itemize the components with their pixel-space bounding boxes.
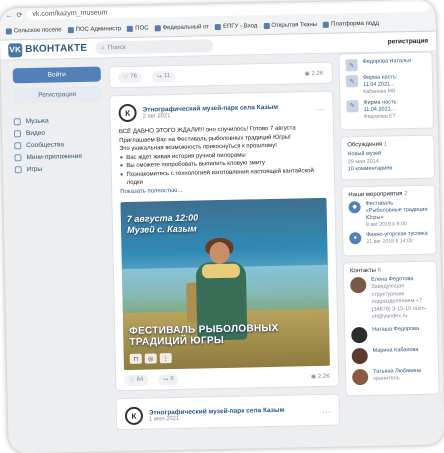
vk-logo-icon: VK	[8, 42, 23, 57]
like-button[interactable]: ♡ 84	[124, 374, 149, 386]
bookmark-icon	[67, 26, 74, 33]
vk-logo[interactable]: VK ВКОНТАКТЕ	[8, 41, 87, 57]
bookmark-item[interactable]: ПОС Администр	[67, 26, 121, 33]
note-item[interactable]: ✎ Федорова Наталья	[345, 58, 426, 72]
discussions-heading[interactable]: Обсуждения 1	[347, 141, 427, 149]
views-count: ◉ 2.2K	[310, 373, 331, 380]
contacts-box: Контакты 6 Елена Федотова Заведующая стру…	[342, 260, 440, 396]
screenshot-frame: ← ⟳ vk.com/kazym_museum ☆ ≡ ⟳ ⊕ Сельское…	[0, 0, 444, 453]
bookmark-icon	[263, 22, 270, 29]
bookmark-item[interactable]: Открытая Тканы	[263, 21, 317, 29]
contact-item[interactable]: Наташа Федорова	[351, 325, 431, 343]
author-avatar[interactable]: К	[118, 103, 137, 123]
bookmark-icon[interactable]: ⊓	[129, 353, 142, 364]
previous-post-footer: ♡ 76 ↪ 11 ◉ 2.2K	[108, 61, 334, 89]
festival-banner: ФЕСТИВАЛЬ РЫБОЛОВНЫХ ТРАДИЦИЙ ЮГРЫ	[129, 322, 279, 348]
post-meta: Этнографический музей-парк села Казым 2 …	[142, 103, 278, 119]
register-button[interactable]: Регистрация	[13, 86, 102, 104]
note-item[interactable]: ✎ Фирма насть: 11.04.2021... Федорова ЕТ	[346, 98, 426, 120]
heart-icon: ♡	[129, 377, 135, 384]
feed: ♡ 76 ↪ 11 ◉ 2.2K К Этнографический музей-п…	[108, 61, 341, 438]
video-icon	[13, 129, 22, 137]
avatar	[351, 326, 368, 343]
photo-overlay-text: 7 августа 12:00 Музей с. Казым	[126, 212, 199, 235]
contacts-heading[interactable]: Контакты 6	[350, 266, 430, 274]
avatar	[350, 276, 367, 293]
discussion-comments[interactable]: 10 комментариев	[348, 165, 428, 174]
note-icon: ✎	[345, 59, 358, 72]
vk-logo-text: ВКОНТАКТЕ	[25, 42, 88, 56]
contact-item[interactable]: Марина Кабанова	[351, 346, 432, 364]
left-column: Войти Регистрация Музыка Видео Сообществ…	[12, 66, 103, 176]
reload-icon[interactable]: ⟳	[16, 11, 22, 19]
contact-item[interactable]: Татьяна Любавина хранитель	[352, 367, 432, 385]
left-nav: Музыка Видео Сообщества Мини-приложения …	[13, 113, 103, 175]
heart-icon: ♡	[122, 74, 129, 81]
more-options-icon[interactable]: ···	[315, 104, 324, 114]
note-icon: ✎	[346, 99, 359, 112]
fish-icon: ◆	[348, 200, 361, 213]
bookmark-icon	[214, 23, 222, 30]
share-icon: ↪	[156, 73, 163, 80]
communities-icon	[14, 141, 22, 149]
next-post-card: К Этнографический музей-парк села Казым …	[115, 393, 341, 431]
search-icon: ⌕	[101, 43, 105, 51]
note-item[interactable]: ✎ Фирма насть: 11.04.2021... Кабанова МВ	[345, 74, 426, 96]
bookmark-item[interactable]: Федеральный от	[154, 24, 209, 31]
bookmark-item[interactable]: Платформа подд	[323, 20, 379, 28]
bookmark-icon	[127, 25, 134, 32]
nav-item-games[interactable]: Игры	[14, 161, 103, 175]
views-count: ◉ 2.2K	[304, 70, 324, 77]
post-meta: Этнографический музей-парк села Казым 1 …	[149, 406, 285, 422]
avatar	[352, 368, 369, 385]
register-link[interactable]: регистрация	[388, 38, 429, 46]
login-button[interactable]: Войти	[12, 66, 101, 84]
bookmark-icon	[154, 24, 161, 31]
notes-box: ✎ Федорова Наталья ✎ Фирма насть: 11.04.20…	[338, 51, 434, 131]
music-icon	[13, 117, 21, 125]
events-heading[interactable]: Наши мероприятия 2	[348, 190, 428, 198]
search-input[interactable]: ⌕ Поиск	[95, 39, 214, 55]
bullet-icon: ●	[119, 154, 124, 161]
share-button[interactable]: ↪ 11	[151, 70, 176, 82]
note-icon: ✎	[345, 75, 359, 88]
scarf-shape	[201, 263, 241, 279]
event-item[interactable]: ● Финно-угорская тусовка 21 авг 2018 в 14:…	[349, 231, 429, 246]
camera-icon[interactable]: ◎	[144, 353, 157, 364]
bullet-icon: ●	[119, 171, 124, 178]
event-item[interactable]: ◆ Фестиваль «Рыболовные традиции Югры» 8 а…	[348, 199, 429, 228]
bookmark-item[interactable]: Сельское поселе	[5, 27, 62, 34]
post-header: К Этнографический музей-парк села Казым …	[117, 395, 340, 430]
more-options-icon[interactable]: ···	[322, 407, 331, 417]
bullet-icon: ●	[119, 163, 124, 170]
search-placeholder: Поиск	[107, 43, 126, 52]
games-icon	[14, 165, 22, 173]
contact-item[interactable]: Елена Федотова Заведующая структурным под…	[350, 275, 431, 322]
share-icon: ↪	[163, 376, 169, 383]
bookmark-icon	[5, 27, 12, 34]
photo-tools: ⊓ ◎ ⋮	[129, 353, 172, 364]
post-actions: ♡ 76 ↪ 11 ◉ 2.2K	[110, 63, 332, 88]
event-icon: ●	[349, 232, 362, 245]
post-header: К Этнографический музей-парк села Казым …	[110, 92, 333, 127]
bookmark-icon	[323, 21, 330, 28]
events-box: Наши мероприятия 2 ◆ Фестиваль «Рыболовны…	[341, 184, 437, 256]
like-button[interactable]: ♡ 76	[117, 71, 143, 83]
mini-apps-icon	[14, 153, 22, 161]
bookmark-item[interactable]: ПОС	[127, 25, 149, 32]
discussions-box: Обсуждения 1 Новый музей 29 мая 2014 10 …	[340, 134, 436, 180]
post-text: ВСЁ ДАВНО ЭТОГО ЖДАЛИ!!! оно случилось! …	[111, 122, 334, 199]
post-photo[interactable]: 7 августа 12:00 Музей с. Казым ФЕСТИВАЛЬ…	[120, 197, 330, 371]
bookmark-item[interactable]: ЕПГУ - Вход	[214, 23, 257, 30]
back-icon[interactable]: ←	[5, 12, 12, 19]
right-column: ✎ Федорова Наталья ✎ Фирма насть: 11.04.20…	[338, 51, 440, 402]
author-avatar[interactable]: К	[124, 406, 144, 426]
post-card: К Этнографический музей-парк села Казым …	[109, 90, 340, 392]
more-icon[interactable]: ⋮	[159, 353, 172, 364]
share-button[interactable]: ↪ 6	[158, 373, 179, 385]
avatar	[351, 347, 368, 364]
